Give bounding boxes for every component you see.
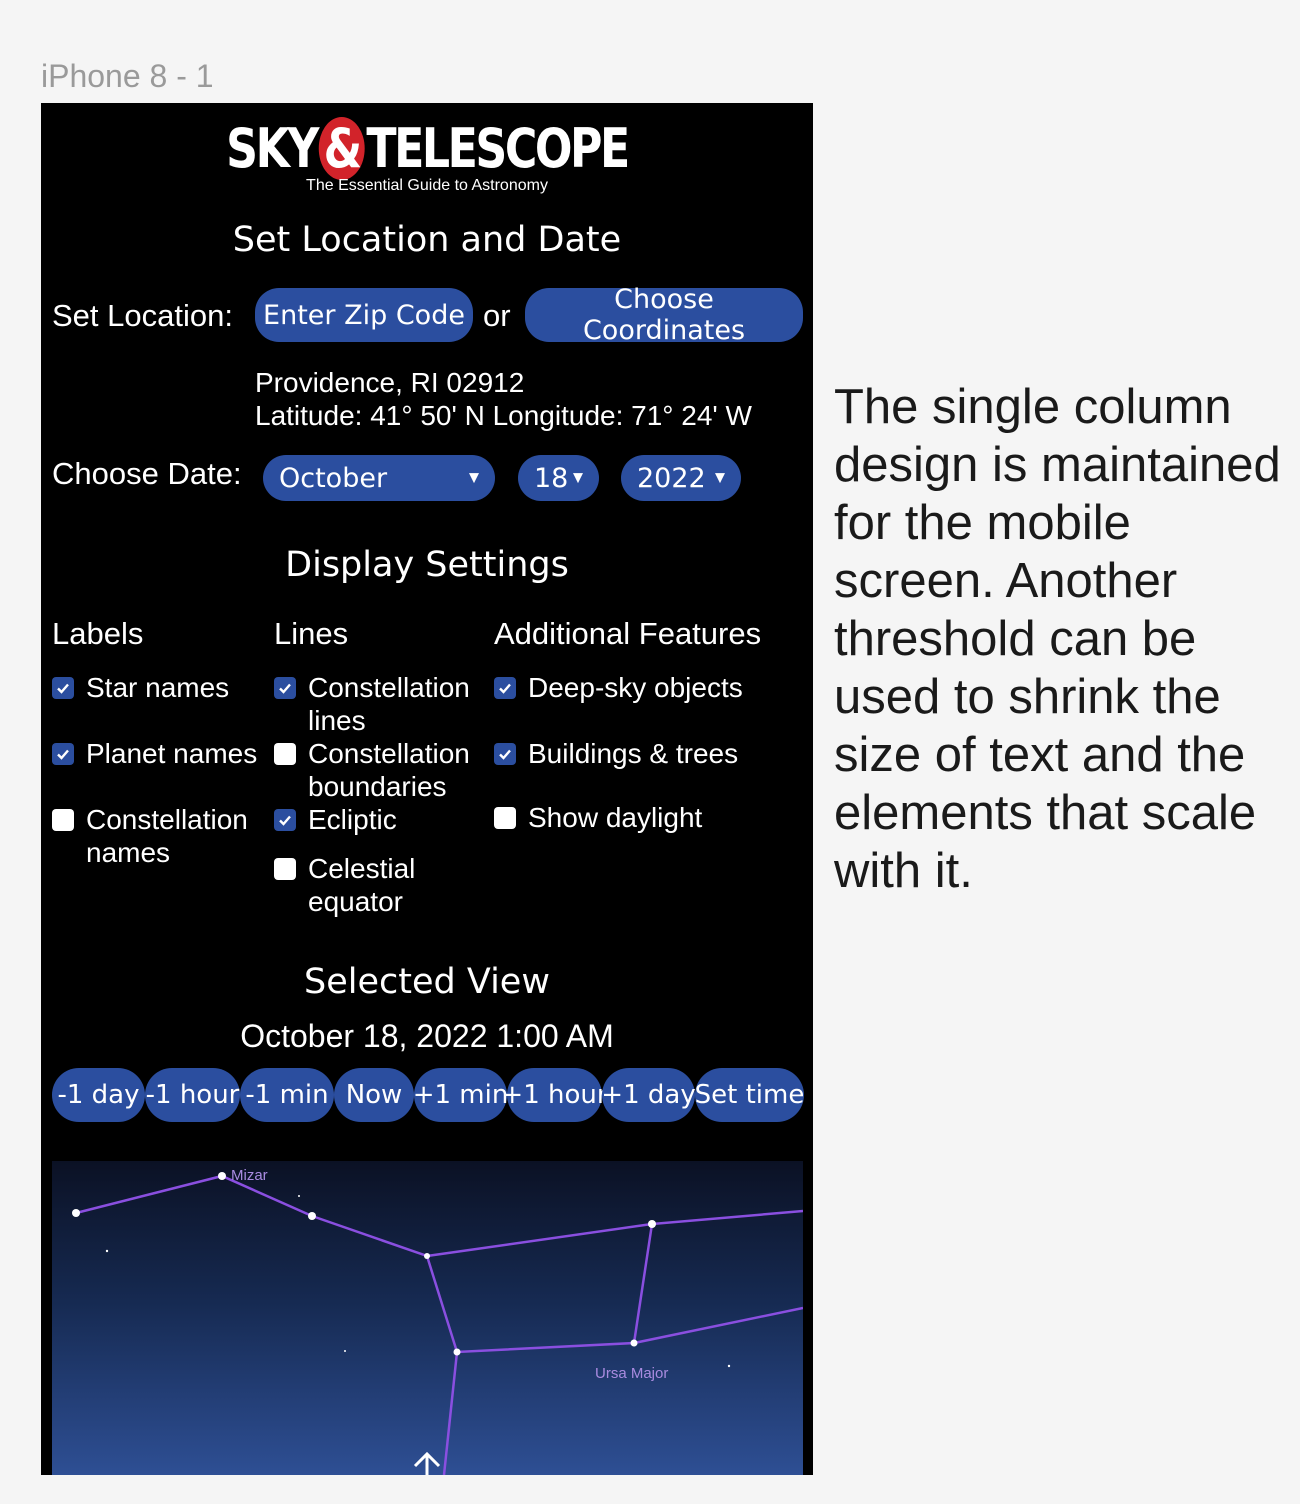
sky-map-canvas[interactable]: Mizar Ursa Major bbox=[52, 1161, 803, 1475]
now-button[interactable]: Now bbox=[334, 1068, 414, 1122]
star-label-mizar: Mizar bbox=[231, 1167, 268, 1184]
set-time-button[interactable]: Set time bbox=[695, 1068, 804, 1122]
checkbox-label: Buildings & trees bbox=[528, 738, 739, 769]
month-value: October bbox=[279, 462, 388, 494]
star bbox=[298, 1195, 300, 1197]
checkbox-constellation-lines[interactable]: Constellation lines bbox=[274, 671, 489, 737]
checkbox-celestial-equator[interactable]: Celestial equator bbox=[274, 852, 454, 918]
star bbox=[630, 1339, 638, 1347]
enter-zip-button[interactable]: Enter Zip Code bbox=[255, 288, 473, 342]
location-title: Set Location and Date bbox=[232, 220, 622, 260]
star bbox=[453, 1348, 461, 1356]
checkbox-label: Constellation boundaries bbox=[308, 738, 470, 802]
checkbox-checked[interactable] bbox=[494, 743, 516, 765]
plus-1-hour-button[interactable]: +1 hour bbox=[501, 1068, 608, 1122]
checkbox-label: Star names bbox=[86, 672, 230, 703]
chevron-down-icon: ▼ bbox=[469, 470, 479, 486]
checkbox-constellation-boundaries[interactable]: Constellation boundaries bbox=[274, 737, 489, 803]
checkbox-label: Ecliptic bbox=[308, 804, 397, 835]
checkbox-ecliptic[interactable]: Ecliptic bbox=[274, 803, 489, 836]
checkbox-show-daylight[interactable]: Show daylight bbox=[494, 801, 804, 834]
minus-1-min-button[interactable]: -1 min bbox=[240, 1068, 334, 1122]
brand-left: SKY bbox=[226, 117, 319, 180]
side-annotation: The single column design is maintained f… bbox=[834, 380, 1281, 898]
brand-tagline: The Essential Guide to Astronomy bbox=[306, 177, 548, 194]
checkbox-checked[interactable] bbox=[274, 809, 296, 831]
checkbox-unchecked[interactable] bbox=[274, 858, 296, 880]
plus-1-day-button[interactable]: +1 day bbox=[601, 1068, 696, 1122]
chevron-down-icon: ▼ bbox=[715, 470, 725, 486]
plus-1-min-button[interactable]: +1 min bbox=[413, 1068, 508, 1122]
star bbox=[727, 1364, 731, 1368]
frame-label: iPhone 8 - 1 bbox=[41, 58, 214, 94]
phone-screen: SKY & TELESCOPE The Essential Guide to Ast… bbox=[41, 103, 813, 1475]
or-text: or bbox=[483, 298, 511, 333]
day-select[interactable]: 18 ▼ bbox=[518, 455, 599, 501]
checkbox-planet-names[interactable]: Planet names bbox=[52, 737, 267, 770]
display-settings-title: Display Settings bbox=[285, 545, 569, 585]
year-value: 2022 bbox=[637, 462, 706, 494]
checkbox-label: Constellation lines bbox=[308, 672, 470, 736]
year-select[interactable]: 2022 ▼ bbox=[621, 455, 741, 501]
checkbox-label: Deep-sky objects bbox=[528, 672, 743, 703]
brand-logo: SKY & TELESCOPE bbox=[110, 117, 743, 181]
checkbox-label: Planet names bbox=[86, 738, 258, 769]
star bbox=[72, 1209, 80, 1217]
month-select[interactable]: October ▼ bbox=[263, 455, 495, 501]
features-heading: Additional Features bbox=[494, 616, 762, 651]
sky-background bbox=[52, 1161, 803, 1475]
chevron-down-icon: ▼ bbox=[573, 470, 583, 486]
brand-ampersand: & bbox=[318, 117, 365, 180]
lines-heading: Lines bbox=[274, 616, 349, 651]
selected-view-title: Selected View bbox=[304, 962, 550, 1002]
checkbox-constellation-names[interactable]: Constellation names bbox=[52, 803, 267, 869]
selected-datetime: October 18, 2022 1:00 AM bbox=[240, 1018, 614, 1054]
checkbox-unchecked[interactable] bbox=[274, 743, 296, 765]
checkbox-checked[interactable] bbox=[494, 677, 516, 699]
checkbox-deep-sky-objects[interactable]: Deep-sky objects bbox=[494, 671, 804, 704]
star bbox=[648, 1220, 656, 1228]
checkbox-unchecked[interactable] bbox=[494, 807, 516, 829]
checkbox-checked[interactable] bbox=[274, 677, 296, 699]
star bbox=[308, 1212, 316, 1220]
sky-map[interactable]: Mizar Ursa Major bbox=[52, 1161, 803, 1475]
checkbox-buildings-trees[interactable]: Buildings & trees bbox=[494, 737, 804, 770]
choose-date-label: Choose Date: bbox=[52, 456, 242, 491]
location-latlon: Latitude: 41° 50' N Longitude: 71° 24' W bbox=[255, 400, 752, 431]
star bbox=[105, 1249, 109, 1253]
time-step-buttons: -1 day -1 hour -1 min Now +1 min +1 hour… bbox=[52, 1068, 804, 1122]
star-mizar bbox=[218, 1172, 226, 1180]
location-place: Providence, RI 02912 bbox=[255, 367, 525, 398]
checkbox-star-names[interactable]: Star names bbox=[52, 671, 267, 704]
checkbox-checked[interactable] bbox=[52, 743, 74, 765]
checkbox-unchecked[interactable] bbox=[52, 809, 74, 831]
choose-coordinates-button[interactable]: Choose Coordinates bbox=[525, 284, 803, 346]
checkbox-label: Constellation names bbox=[86, 804, 248, 868]
constellation-label-ursa-major: Ursa Major bbox=[595, 1365, 668, 1382]
star bbox=[344, 1350, 346, 1352]
star bbox=[424, 1253, 430, 1259]
checkbox-label: Show daylight bbox=[528, 802, 703, 833]
set-location-label: Set Location: bbox=[52, 298, 233, 333]
brand-right: TELESCOPE bbox=[366, 117, 630, 180]
checkbox-checked[interactable] bbox=[52, 677, 74, 699]
checkbox-label: Celestial equator bbox=[308, 853, 416, 917]
minus-1-day-button[interactable]: -1 day bbox=[52, 1068, 145, 1122]
day-value: 18 bbox=[534, 462, 569, 494]
labels-heading: Labels bbox=[52, 616, 144, 651]
minus-1-hour-button[interactable]: -1 hour bbox=[145, 1068, 240, 1122]
